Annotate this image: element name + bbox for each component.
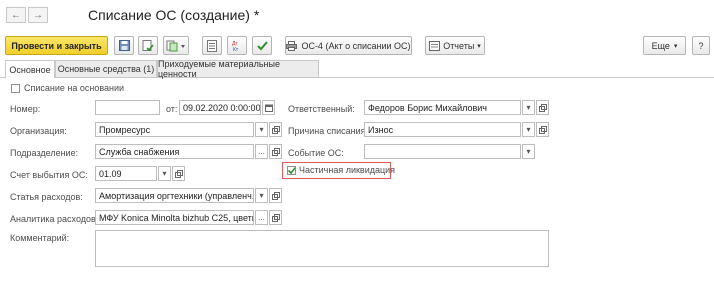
expense-item-open-button[interactable] xyxy=(269,188,282,203)
basis-checkbox[interactable] xyxy=(11,84,20,93)
forward-arrow-icon: → xyxy=(33,9,43,21)
reason-dropdown[interactable]: ▾ xyxy=(522,122,535,137)
analytics-input[interactable]: МФУ Konica Minolta bizhub C25, цветной xyxy=(95,210,254,225)
date-input[interactable]: 09.02.2020 0:00:00 xyxy=(179,100,261,115)
open-link-icon xyxy=(174,169,183,178)
analytics-label: Аналитика расходов: xyxy=(10,214,99,224)
open-link-icon xyxy=(538,103,547,112)
department-open-button[interactable] xyxy=(269,144,282,159)
event-label: Событие ОС: xyxy=(288,148,344,158)
account-input[interactable]: 01.09 xyxy=(95,166,157,181)
help-icon: ? xyxy=(698,40,704,51)
save-icon xyxy=(118,40,130,51)
open-link-icon xyxy=(538,125,547,134)
comment-textarea[interactable] xyxy=(95,230,549,267)
open-link-icon xyxy=(271,125,280,134)
more-label: Еще xyxy=(651,40,670,51)
expense-item-dropdown[interactable]: ▾ xyxy=(255,188,268,203)
post-document-icon xyxy=(142,39,154,51)
debit-credit-icon: ДтКт xyxy=(232,41,239,52)
reason-input[interactable]: Износ xyxy=(364,122,521,137)
comment-label: Комментарий: xyxy=(10,233,70,243)
post-and-close-button[interactable]: Провести и закрыть xyxy=(5,36,108,55)
department-select-button[interactable]: ... xyxy=(255,144,268,159)
organization-label: Организация: xyxy=(10,126,67,136)
analytics-open-button[interactable] xyxy=(269,210,282,225)
more-dropdown-icon: ▾ xyxy=(673,42,678,50)
number-label: Номер: xyxy=(10,104,41,114)
reports-label: Отчеты xyxy=(443,40,475,51)
event-dropdown[interactable]: ▾ xyxy=(522,144,535,159)
debit-credit-button[interactable]: Дт Кт xyxy=(227,36,247,55)
account-open-button[interactable] xyxy=(172,166,185,181)
back-button[interactable]: ← xyxy=(6,7,26,23)
event-input[interactable] xyxy=(364,144,521,159)
back-arrow-icon: ← xyxy=(11,9,21,21)
organization-dropdown[interactable]: ▾ xyxy=(255,122,268,137)
reports-button[interactable]: Отчеты ▾ xyxy=(425,36,485,55)
forward-button[interactable]: → xyxy=(28,7,48,23)
document-movements-button[interactable] xyxy=(202,36,222,55)
analytics-select-button[interactable]: ... xyxy=(255,210,268,225)
open-link-icon xyxy=(271,191,280,200)
help-button[interactable]: ? xyxy=(692,36,710,55)
dropdown-arrow-icon: ▾ xyxy=(477,42,481,50)
calendar-button[interactable] xyxy=(262,100,275,115)
dropdown-arrow-icon: ▾ xyxy=(526,125,531,134)
reason-label: Причина списания: xyxy=(288,126,368,136)
expense-item-label: Статья расходов: xyxy=(10,192,83,202)
ellipsis-icon: ... xyxy=(258,213,265,222)
department-input[interactable]: Служба снабжения xyxy=(95,144,254,159)
checkmark-icon xyxy=(256,40,268,50)
dropdown-arrow-icon: ▾ xyxy=(162,169,167,178)
post-button[interactable] xyxy=(138,36,158,55)
account-label: Счет выбытия ОС: xyxy=(10,170,88,180)
create-based-on-button[interactable] xyxy=(163,36,189,55)
responsible-open-button[interactable] xyxy=(536,100,549,115)
tabs-divider xyxy=(0,77,714,78)
number-input[interactable] xyxy=(95,100,160,115)
account-dropdown[interactable]: ▾ xyxy=(158,166,171,181)
open-link-icon xyxy=(271,213,280,222)
svg-text:Кт: Кт xyxy=(233,47,239,52)
os4-print-button[interactable]: ОС-4 (Акт о списании ОС) xyxy=(285,36,412,55)
dropdown-arrow-icon: ▾ xyxy=(259,191,264,200)
calendar-icon xyxy=(264,104,273,112)
create-based-on-icon xyxy=(166,40,185,51)
organization-open-button[interactable] xyxy=(269,122,282,137)
date-prefix-label: от: xyxy=(166,104,178,114)
expense-item-input[interactable]: Амортизация оргтехники (управленч.) xyxy=(95,188,254,203)
responsible-input[interactable]: Федоров Борис Михайлович xyxy=(364,100,521,115)
save-button[interactable] xyxy=(114,36,134,55)
checkmark-icon xyxy=(288,167,295,174)
tab-fixed-assets[interactable]: Основные средства (1) xyxy=(55,60,157,77)
os4-label: ОС-4 (Акт о списании ОС) xyxy=(301,40,411,51)
window-title: Списание ОС (создание) * xyxy=(88,7,260,23)
department-label: Подразделение: xyxy=(10,148,79,158)
partial-liquidation-checkbox[interactable] xyxy=(287,166,296,175)
dropdown-arrow-icon: ▾ xyxy=(526,147,531,156)
responsible-label: Ответственный: xyxy=(288,104,355,114)
reason-open-button[interactable] xyxy=(536,122,549,137)
printer-icon xyxy=(286,40,298,51)
more-button[interactable]: Еще ▾ xyxy=(643,36,686,55)
responsible-dropdown[interactable]: ▾ xyxy=(522,100,535,115)
open-link-icon xyxy=(271,147,280,156)
tab-materials[interactable]: Приходуемые материальные ценности xyxy=(157,59,319,79)
dropdown-arrow-icon: ▾ xyxy=(259,125,264,134)
list-icon xyxy=(207,39,217,52)
dropdown-arrow-icon: ▾ xyxy=(526,103,531,112)
tab-main[interactable]: Основное xyxy=(5,60,55,78)
partial-liquidation-label: Частичная ликвидация xyxy=(299,165,396,175)
basis-label: Списание на основании xyxy=(24,83,125,93)
organization-input[interactable]: Промресурс xyxy=(95,122,254,137)
check-button[interactable] xyxy=(252,36,272,55)
reports-icon xyxy=(429,40,441,51)
ellipsis-icon: ... xyxy=(258,147,265,156)
